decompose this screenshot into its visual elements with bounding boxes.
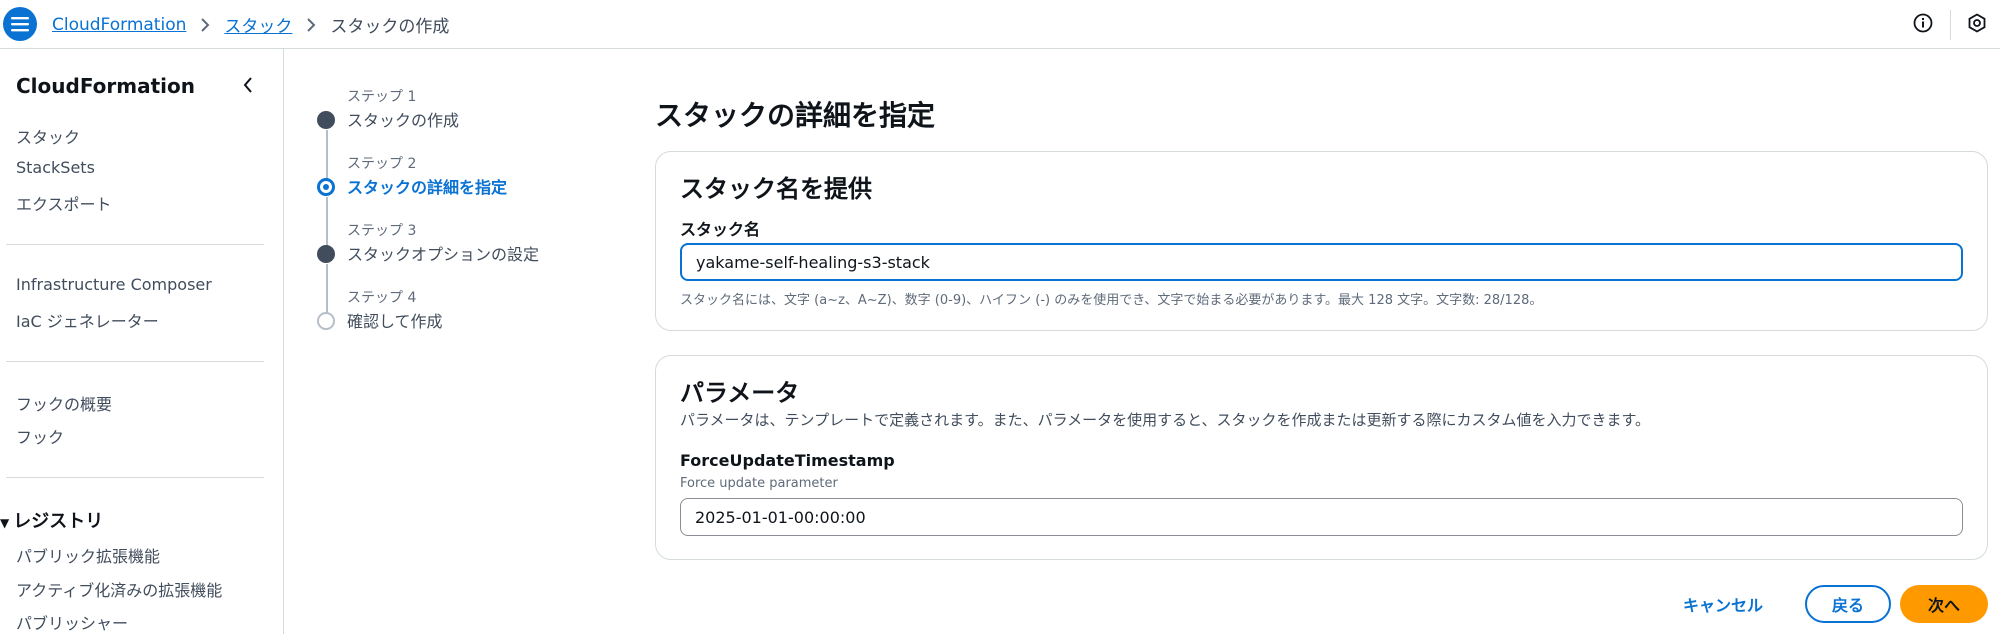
- stack-name-label: スタック名: [680, 220, 761, 239]
- step-number: ステップ 1: [347, 89, 417, 105]
- step-number: ステップ 4: [347, 290, 417, 306]
- collapse-sidebar-button[interactable]: [236, 73, 260, 97]
- step-title[interactable]: スタックオプションの設定: [347, 241, 539, 265]
- step-title[interactable]: スタックの作成: [347, 107, 459, 131]
- cancel-button[interactable]: キャンセル: [1683, 592, 1763, 616]
- sidebar-section-registry[interactable]: ▼ レジストリ: [0, 507, 103, 533]
- sidebar-item-iac-generator[interactable]: IaC ジェネレーター: [16, 308, 159, 332]
- param-label: ForceUpdateTimestamp: [680, 451, 895, 470]
- chevron-right-icon: [306, 17, 316, 33]
- sidebar-item-public-extensions[interactable]: パブリック拡張機能: [16, 543, 160, 567]
- step-complete-icon: [317, 245, 335, 263]
- sidebar-item-hooks[interactable]: フック: [16, 424, 64, 448]
- sidebar-item-exports[interactable]: エクスポート: [16, 191, 112, 215]
- step-current-icon: [317, 178, 335, 196]
- chevron-left-icon: [243, 77, 252, 93]
- sidebar-item-activated-extensions[interactable]: アクティブ化済みの拡張機能: [16, 577, 222, 601]
- step-pending-icon: [317, 312, 335, 330]
- parameters-panel: パラメータ パラメータは、テンプレートで定義されます。また、パラメータを使用する…: [655, 355, 1988, 560]
- sidebar-divider: [6, 361, 264, 362]
- panel-title: スタック名を提供: [680, 175, 872, 203]
- step-number: ステップ 3: [347, 223, 417, 239]
- stack-name-input[interactable]: [680, 243, 1963, 281]
- step-connector: [326, 130, 328, 182]
- sidebar-item-infrastructure-composer[interactable]: Infrastructure Composer: [16, 275, 212, 294]
- sidebar-divider: [6, 244, 264, 245]
- force-update-timestamp-input[interactable]: [680, 498, 1963, 536]
- step-number: ステップ 2: [347, 156, 417, 172]
- step-title: 確認して作成: [347, 312, 443, 331]
- settings-hexagon-icon[interactable]: [1964, 10, 1990, 36]
- sidebar-title: CloudFormation: [16, 74, 196, 98]
- breadcrumb-cloudformation[interactable]: CloudFormation: [52, 15, 186, 35]
- info-icon[interactable]: [1910, 10, 1936, 36]
- breadcrumb-current: スタックの作成: [330, 17, 450, 37]
- caret-down-icon: ▼: [0, 516, 10, 530]
- side-navigation: CloudFormation スタック StackSets エクスポート Inf…: [0, 49, 284, 634]
- sidebar-item-hooks-overview[interactable]: フックの概要: [16, 391, 112, 415]
- stack-name-hint: スタック名には、文字 (a~z、A~Z)、数字 (0-9)、ハイフン (-) の…: [680, 293, 1543, 308]
- menu-button[interactable]: [3, 7, 37, 41]
- step-title: スタックの詳細を指定: [347, 178, 508, 197]
- breadcrumb-stacks[interactable]: スタック: [224, 12, 292, 37]
- next-button[interactable]: 次へ: [1900, 585, 1988, 623]
- sidebar-item-stacksets[interactable]: StackSets: [16, 158, 95, 177]
- step-complete-icon: [317, 111, 335, 129]
- sidebar-section-registry-label: レジストリ: [13, 511, 104, 532]
- param-description: Force update parameter: [680, 476, 838, 491]
- parameters-description: パラメータは、テンプレートで定義されます。また、パラメータを使用すると、スタック…: [680, 411, 1651, 429]
- stack-name-panel: スタック名を提供 スタック名 スタック名には、文字 (a~z、A~Z)、数字 (…: [655, 151, 1988, 331]
- sidebar-divider: [6, 477, 264, 478]
- sidebar-item-publishers[interactable]: パブリッシャー: [16, 610, 128, 634]
- chevron-right-icon: [200, 17, 210, 33]
- sidebar-item-stacks[interactable]: スタック: [16, 124, 80, 148]
- step-connector: [326, 197, 328, 247]
- back-button[interactable]: 戻る: [1805, 585, 1891, 623]
- page-title: スタックの詳細を指定: [655, 99, 936, 132]
- breadcrumb: CloudFormation スタック スタックの作成: [52, 12, 450, 38]
- top-navigation: CloudFormation スタック スタックの作成: [0, 0, 2000, 49]
- hamburger-icon: [11, 17, 29, 32]
- top-divider: [1950, 10, 1951, 40]
- step-connector: [326, 264, 328, 314]
- panel-title: パラメータ: [680, 379, 800, 407]
